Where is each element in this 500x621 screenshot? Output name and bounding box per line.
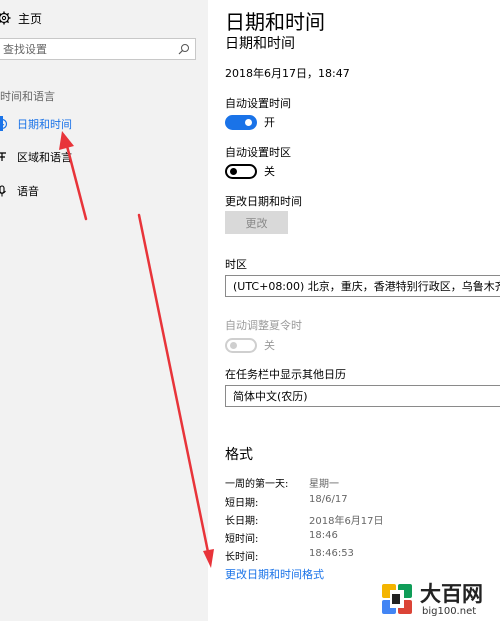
watermark-url: big100.net [422,606,477,617]
auto-time-label: 自动设置时间 [225,97,291,110]
format-row: 短日期: 18/6/17 [225,494,348,509]
toggle-knob [230,341,237,349]
dst-label: 自动调整夏令时 [225,319,302,332]
calendar-select[interactable]: 简体中文(农历) [225,385,500,407]
big100-logo-icon [378,580,416,618]
auto-timezone-label: 自动设置时区 [225,146,291,159]
format-row: 一周的第一天: 星期一 [225,475,339,490]
gear-icon [0,11,11,25]
current-datetime: 2018年6月17日，18:47 [225,67,350,80]
search-box[interactable]: 查找设置 [0,38,196,60]
page-subtitle: 日期和时间 [225,36,295,52]
watermark: 大百网 big100.net [378,580,498,620]
auto-timezone-state: 关 [264,165,275,178]
change-datetime-label: 更改日期和时间 [225,195,302,208]
search-input[interactable]: 查找设置 [0,41,47,57]
watermark-title: 大百网 [420,582,483,606]
page-title: 日期和时间 [225,10,325,34]
calendar-clock-icon [0,118,8,130]
sidebar-item-label: 语音 [17,185,39,198]
toggle-knob [245,118,252,126]
region-language-icon [0,152,6,161]
format-row: 短时间: 18:46 [225,530,338,545]
auto-time-state: 开 [264,116,275,129]
dst-toggle[interactable] [225,337,257,353]
format-section-title: 格式 [225,447,253,463]
auto-time-toggle[interactable] [225,114,257,130]
auto-timezone-toggle[interactable] [225,163,257,179]
sidebar-item-date-time[interactable]: 日期和时间 [0,113,72,135]
sidebar-group-label: 时间和语言 [0,90,55,103]
format-key: 短时间: [225,534,259,545]
format-value: 18:46:53 [309,548,354,559]
format-value: 18:46 [309,530,338,541]
main-panel: 日期和时间 日期和时间 2018年6月17日，18:47 自动设置时间 开 自动… [225,0,500,621]
timezone-select[interactable]: (UTC+08:00) 北京，重庆，香港特别行政区，乌鲁木齐 [225,275,500,297]
sidebar-item-label: 日期和时间 [17,118,72,131]
dst-toggle-row: 关 [225,337,275,353]
calendar-label: 在任务栏中显示其他日历 [225,368,346,381]
home-nav-item[interactable]: 主页 [0,6,42,30]
toggle-knob [230,167,237,175]
change-format-link[interactable]: 更改日期和时间格式 [225,566,324,582]
auto-time-toggle-row: 开 [225,114,275,130]
sidebar: 主页 查找设置 时间和语言 日期和时间 区域和语言 语音 [0,0,208,621]
format-row: 长日期: 2018年6月17日 [225,512,384,527]
home-label: 主页 [18,11,43,26]
format-value: 18/6/17 [309,494,348,505]
format-value: 星期一 [309,479,339,490]
timezone-label: 时区 [225,258,247,271]
format-key: 一周的第一天: [225,479,289,490]
sidebar-item-region-language[interactable]: 区域和语言 [0,146,72,168]
auto-timezone-toggle-row: 关 [225,163,275,179]
dst-state: 关 [264,339,275,352]
format-value: 2018年6月17日 [309,516,384,527]
search-icon[interactable] [178,43,190,55]
microphone-icon [0,185,6,197]
format-row: 长时间: 18:46:53 [225,548,354,563]
format-key: 长日期: [225,516,259,527]
sidebar-item-label: 区域和语言 [17,151,72,164]
sidebar-item-speech[interactable]: 语音 [0,180,39,202]
format-key: 长时间: [225,552,259,563]
change-datetime-button[interactable]: 更改 [225,211,288,234]
format-key: 短日期: [225,498,259,509]
